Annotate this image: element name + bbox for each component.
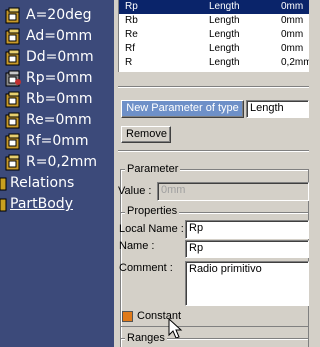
tree-item-parameter[interactable]: Dd=0mm xyxy=(4,48,94,66)
tree-item-label: A=20deg xyxy=(26,7,92,23)
local-name-field[interactable]: Rp xyxy=(185,220,309,239)
param-name: Re xyxy=(125,29,138,40)
tree-item-parameter[interactable]: R=0,2mm xyxy=(4,153,97,171)
partbody-icon xyxy=(0,196,8,213)
formula-dialog: Rp Length 0mm Rb Length 0mm Re Length 0m… xyxy=(116,0,309,347)
remove-button[interactable]: Remove xyxy=(121,126,171,143)
tree-item-label: R=0,2mm xyxy=(26,154,97,170)
parameter-icon xyxy=(4,49,22,66)
param-value: 0,2mm xyxy=(281,57,309,68)
comment-field[interactable]: Radio primitivo xyxy=(185,261,309,306)
constant-checkbox[interactable] xyxy=(122,311,133,322)
parameter-list[interactable]: Rp Length 0mm Rb Length 0mm Re Length 0m… xyxy=(118,0,309,72)
parameter-row[interactable]: Rf Length 0mm xyxy=(119,42,309,56)
param-name: Rp xyxy=(125,1,138,12)
divider xyxy=(118,150,309,152)
tree-item-label: Rf=0mm xyxy=(26,133,89,149)
param-name: Rb xyxy=(125,15,138,26)
ranges-group-title: Ranges xyxy=(125,332,167,344)
parameter-locked-icon xyxy=(4,70,22,87)
properties-group-title: Properties xyxy=(125,205,180,217)
param-type: Length xyxy=(209,15,240,26)
tree-item-relations[interactable]: Relations xyxy=(0,174,74,192)
local-name-label: Local Name : xyxy=(119,223,184,235)
new-parameter-button[interactable]: New Parameter of type xyxy=(121,100,244,118)
parameter-icon xyxy=(4,133,22,150)
tree-item-label: PartBody xyxy=(10,196,73,212)
tree-item-parameter[interactable]: Rb=0mm xyxy=(4,90,93,108)
param-name: R xyxy=(125,57,133,68)
param-type: Length xyxy=(209,1,240,12)
parameter-icon xyxy=(4,7,22,24)
parameter-row[interactable]: Re Length 0mm xyxy=(119,28,309,42)
tree-item-label: Re=0mm xyxy=(26,112,92,128)
tree-item-label: Dd=0mm xyxy=(26,49,94,65)
tree-item-parameter-selected[interactable]: Rp=0mm xyxy=(4,69,93,87)
parameter-icon xyxy=(4,28,22,45)
parameter-type-field[interactable]: Length xyxy=(246,100,309,118)
param-value: 0mm xyxy=(281,29,304,40)
parameter-icon xyxy=(4,112,22,129)
tree-item-partbody[interactable]: PartBody xyxy=(0,195,73,213)
name-field[interactable]: Rp xyxy=(185,240,309,258)
parameter-row[interactable]: Rp Length 0mm xyxy=(119,0,309,14)
divider xyxy=(118,86,309,88)
tree-item-label: Relations xyxy=(10,175,75,191)
name-label: Name : xyxy=(119,240,155,252)
tree-item-parameter[interactable]: Re=0mm xyxy=(4,111,92,129)
parameter-icon xyxy=(4,91,22,108)
parameter-group-title: Parameter xyxy=(125,163,181,175)
param-value: 0mm xyxy=(281,15,304,26)
tree-item-parameter[interactable]: Ad=0mm xyxy=(4,27,92,45)
value-label: Value : xyxy=(118,185,152,197)
tree-item-parameter[interactable]: Rf=0mm xyxy=(4,132,89,150)
relations-icon xyxy=(0,175,8,192)
tree-item-label: Rb=0mm xyxy=(26,91,93,107)
param-type: Length xyxy=(209,57,240,68)
tree-item-parameter[interactable]: A=20deg xyxy=(4,6,92,24)
param-value: 0mm xyxy=(281,43,304,54)
param-value: 0mm xyxy=(281,1,304,12)
parameter-row[interactable]: Rb Length 0mm xyxy=(119,14,309,28)
parameter-icon xyxy=(4,154,22,171)
tree-item-label: Ad=0mm xyxy=(26,28,93,44)
param-type: Length xyxy=(209,29,240,40)
specification-tree: A=20deg Ad=0mm Dd=0mm Rp=0mm Rb=0mm Re=0… xyxy=(0,0,114,347)
param-name: Rf xyxy=(125,43,135,54)
param-type: Length xyxy=(209,43,240,54)
mouse-cursor-icon xyxy=(168,318,183,339)
tree-item-label: Rp=0mm xyxy=(26,70,93,86)
value-field[interactable]: 0mm xyxy=(157,182,309,201)
comment-label: Comment : xyxy=(119,262,173,274)
parameter-row[interactable]: R Length 0,2mm xyxy=(119,56,309,70)
